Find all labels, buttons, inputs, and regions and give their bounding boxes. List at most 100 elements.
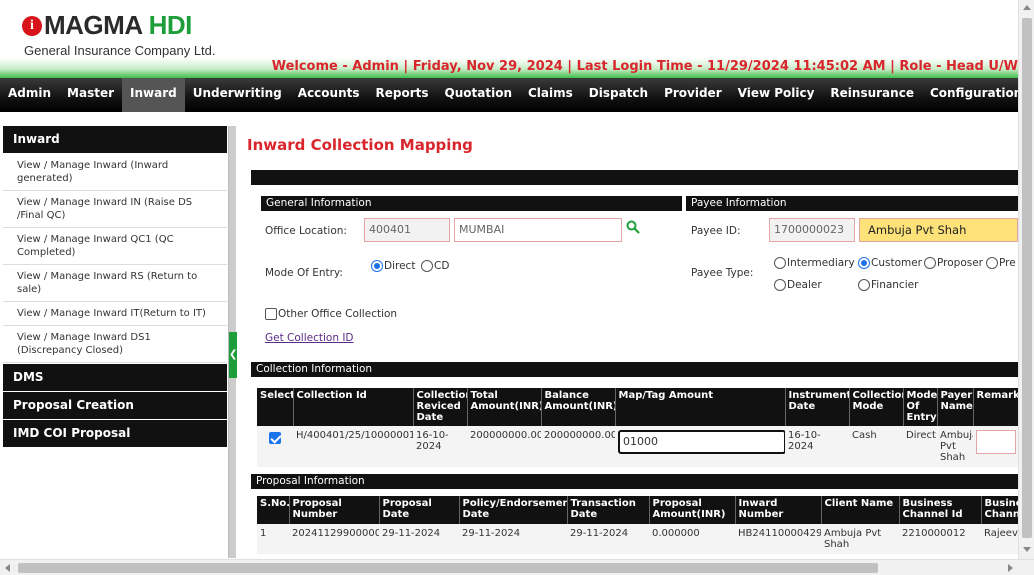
nav-master[interactable]: Master bbox=[59, 78, 122, 112]
page: i MAGMA HDI General Insurance Company Lt… bbox=[0, 0, 1034, 575]
logo-hdi-text: HDI bbox=[148, 10, 193, 40]
scroll-left-icon[interactable] bbox=[5, 564, 10, 572]
vertical-scroll-thumb[interactable] bbox=[1022, 18, 1032, 538]
nav-claims[interactable]: Claims bbox=[520, 78, 581, 112]
nav-view-policy[interactable]: View Policy bbox=[730, 78, 823, 112]
mode-direct-radio[interactable]: Direct bbox=[371, 260, 415, 272]
scroll-right-icon[interactable] bbox=[1008, 564, 1013, 572]
total-amount-cell: 200000000.00 bbox=[467, 426, 541, 467]
nav-quotation[interactable]: Quotation bbox=[437, 78, 520, 112]
transaction-date-cell: 29-11-2024 bbox=[567, 524, 649, 554]
nav-reinsurance[interactable]: Reinsurance bbox=[822, 78, 922, 112]
logo-magma-text: MAGMA bbox=[44, 10, 143, 40]
collection-id-cell: H/400401/25/100000012 bbox=[293, 426, 413, 467]
col-proposal-date: Proposal Date bbox=[379, 496, 460, 524]
proposal-date-cell: 29-11-2024 bbox=[379, 524, 459, 554]
payee-type-dealer-label: Dealer bbox=[787, 279, 822, 291]
collection-mode-cell: Cash bbox=[849, 426, 903, 467]
sno-cell: 1 bbox=[257, 524, 289, 554]
office-city-input[interactable]: MUMBAI bbox=[454, 218, 622, 242]
nav-reports[interactable]: Reports bbox=[368, 78, 437, 112]
logo-subtitle: General Insurance Company Ltd. bbox=[24, 43, 216, 58]
sidebar-item-inward-ds1[interactable]: View / Manage Inward DS1 (Discrepancy Cl… bbox=[3, 326, 227, 363]
proposal-number-cell: 202411299000000 bbox=[289, 524, 379, 554]
sidebar: Inward View / Manage Inward (Inward gene… bbox=[3, 126, 227, 447]
table-row: H/400401/25/100000012 16-10-2024 2000000… bbox=[257, 426, 1018, 467]
main-nav: Admin Master Inward Underwriting Account… bbox=[0, 78, 1022, 112]
sidebar-section-dms[interactable]: DMS bbox=[3, 364, 227, 391]
sidebar-splitter[interactable]: ❮ bbox=[228, 126, 237, 558]
nav-underwriting[interactable]: Underwriting bbox=[185, 78, 290, 112]
revised-date-cell: 16-10-2024 bbox=[413, 426, 467, 467]
sidebar-item-inward-in[interactable]: View / Manage Inward IN (Raise DS /Final… bbox=[3, 191, 227, 228]
sidebar-item-inward-generated[interactable]: View / Manage Inward (Inward generated) bbox=[3, 154, 227, 191]
col-proposal-amount: Proposal Amount(INR) bbox=[649, 496, 736, 524]
col-proposal-number: Proposal Number bbox=[289, 496, 380, 524]
payee-id-input[interactable]: 1700000023 bbox=[769, 218, 855, 242]
sidebar-item-inward-rs[interactable]: View / Manage Inward RS (Return to sale) bbox=[3, 265, 227, 302]
radio-selected-icon bbox=[371, 260, 383, 272]
map-amount-cell: 01000 bbox=[615, 426, 785, 467]
col-mode-of-entry: Mode Of Entry bbox=[903, 388, 938, 426]
payee-type-pre-label: Pre bbox=[999, 257, 1016, 269]
nav-inward[interactable]: Inward bbox=[122, 78, 185, 112]
mode-cd-radio[interactable]: CD bbox=[421, 260, 449, 272]
sidebar-item-inward-it[interactable]: View / Manage Inward IT(Return to IT) bbox=[3, 302, 227, 326]
proposal-table: S.No. Proposal Number Proposal Date Poli… bbox=[257, 496, 1018, 554]
payee-type-financier-radio[interactable]: Financier bbox=[858, 279, 918, 291]
payee-type-intermediary-radio[interactable]: Intermediary bbox=[774, 257, 855, 269]
payer-name-cell: Ambuja Pvt Shah bbox=[937, 426, 973, 467]
office-location-label: Office Location: bbox=[265, 225, 347, 237]
nav-dispatch[interactable]: Dispatch bbox=[581, 78, 656, 112]
proposal-header-row: S.No. Proposal Number Proposal Date Poli… bbox=[257, 496, 1018, 524]
horizontal-scroll-thumb[interactable] bbox=[18, 563, 878, 573]
remark-cell bbox=[973, 426, 1018, 467]
row-select-cell bbox=[257, 426, 293, 467]
payee-type-financier-label: Financier bbox=[871, 279, 919, 291]
sidebar-section-proposal-creation[interactable]: Proposal Creation bbox=[3, 392, 227, 419]
instrument-date-cell: 16-10-2024 bbox=[785, 426, 849, 467]
col-instrument-date: Instrument Date bbox=[785, 388, 850, 426]
horizontal-scrollbar[interactable] bbox=[0, 559, 1034, 575]
sidebar-section-imd-coi[interactable]: IMD COI Proposal bbox=[3, 420, 227, 447]
general-info-heading: General Information bbox=[261, 196, 682, 211]
payee-type-dealer-radio[interactable]: Dealer bbox=[774, 279, 822, 291]
payee-name-input[interactable]: Ambuja Pvt Shah bbox=[859, 218, 1018, 242]
payee-type-proposer-label: Proposer bbox=[937, 257, 983, 269]
scroll-down-icon[interactable] bbox=[1023, 547, 1031, 552]
payee-type-pre-radio[interactable]: Pre bbox=[986, 257, 1016, 269]
radio-icon bbox=[986, 257, 998, 269]
other-office-checkbox[interactable]: Other Office Collection bbox=[265, 308, 397, 320]
collection-info-heading: Collection Information bbox=[251, 362, 1018, 377]
payee-type-customer-radio[interactable]: Customer bbox=[858, 257, 922, 269]
collapse-sidebar-icon[interactable]: ❮ bbox=[229, 332, 237, 378]
vertical-scrollbar[interactable] bbox=[1018, 0, 1034, 559]
radio-icon bbox=[421, 260, 433, 272]
checkbox-icon bbox=[265, 308, 277, 320]
office-code-input[interactable]: 400401 bbox=[364, 218, 450, 242]
collection-header-row: Select Collection Id Collection Reviced … bbox=[257, 388, 1018, 426]
remark-input[interactable] bbox=[976, 430, 1016, 454]
payee-type-proposer-radio[interactable]: Proposer bbox=[924, 257, 983, 269]
col-payer-name: Payer Name bbox=[937, 388, 974, 426]
col-collection-id: Collection Id bbox=[293, 388, 414, 426]
page-title: Inward Collection Mapping bbox=[247, 136, 473, 154]
nav-admin[interactable]: Admin bbox=[0, 78, 59, 112]
scroll-up-icon[interactable] bbox=[1023, 5, 1031, 10]
search-icon[interactable] bbox=[626, 220, 640, 234]
main-content: Inward Collection Mapping General Inform… bbox=[247, 126, 1018, 558]
nav-provider[interactable]: Provider bbox=[656, 78, 730, 112]
get-collection-id-link[interactable]: Get Collection ID bbox=[265, 332, 354, 344]
sidebar-title[interactable]: Inward bbox=[3, 126, 227, 154]
header: i MAGMA HDI General Insurance Company Lt… bbox=[0, 0, 1018, 78]
sidebar-item-inward-qc1[interactable]: View / Manage Inward QC1 (QC Completed) bbox=[3, 228, 227, 265]
nav-accounts[interactable]: Accounts bbox=[290, 78, 368, 112]
row-select-checkbox[interactable] bbox=[268, 432, 281, 444]
title-divider-bar bbox=[251, 170, 1018, 185]
radio-icon bbox=[924, 257, 936, 269]
col-balance-amount: Balance Amount(INR) bbox=[541, 388, 616, 426]
nav-configuration[interactable]: Configuration bbox=[922, 78, 1030, 112]
map-amount-input[interactable]: 01000 bbox=[618, 430, 785, 454]
col-inward-number: Inward Number bbox=[735, 496, 822, 524]
radio-icon bbox=[774, 257, 786, 269]
